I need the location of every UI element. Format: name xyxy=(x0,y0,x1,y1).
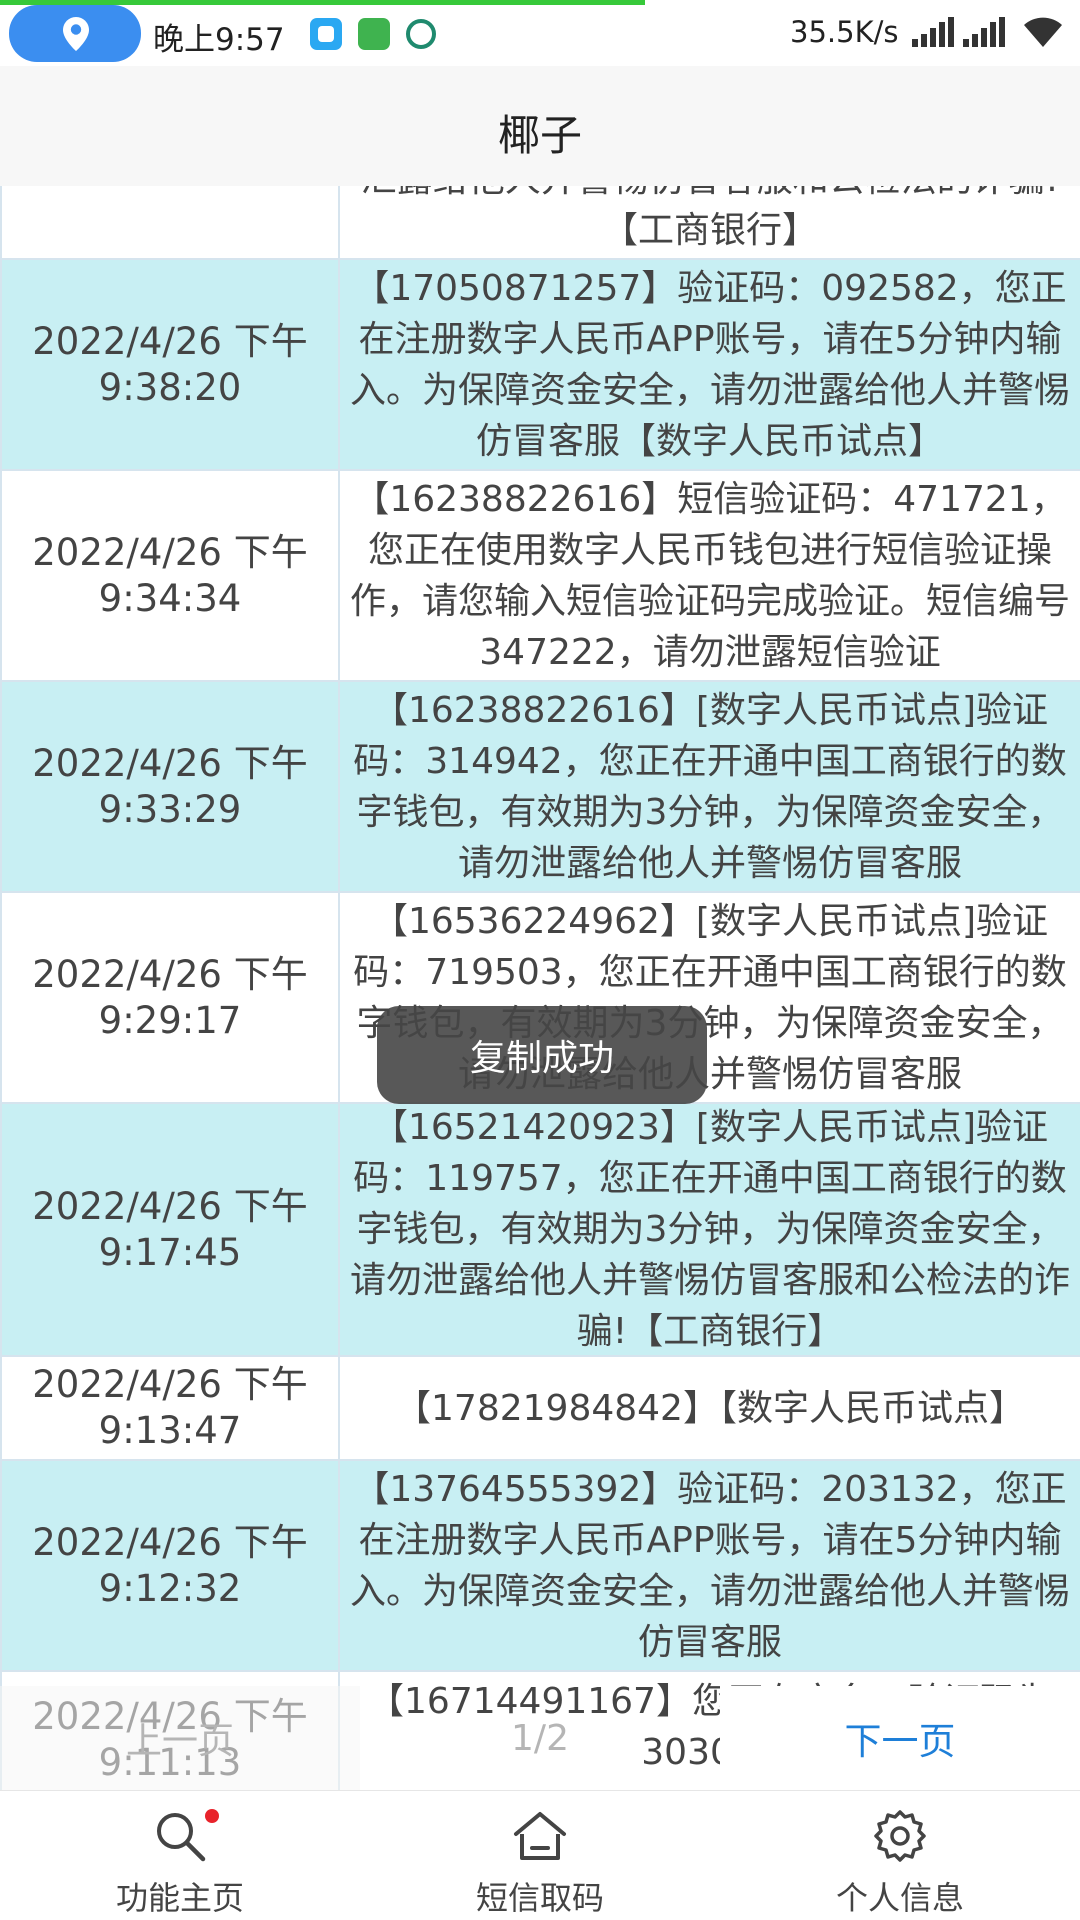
table-row[interactable]: 泄露给他人并警惕仿冒客服和公检法的诈骗!【工商银行】 xyxy=(0,186,1080,260)
table-row[interactable]: 2022/4/26 下午 9:38:20 【17050871257】验证码：092… xyxy=(0,260,1080,471)
wifi-icon xyxy=(1024,17,1062,47)
clock: 晚上9:57 xyxy=(153,22,285,58)
prev-page-button[interactable]: 上一页 xyxy=(0,1686,360,1790)
gear-icon xyxy=(874,1810,926,1862)
signal-icon xyxy=(963,17,1005,47)
page-title: 椰子 xyxy=(497,111,582,160)
signal-icon xyxy=(912,17,954,47)
sms-time-cell: 2022/4/26 下午 9:33:29 xyxy=(2,682,340,891)
sms-message-cell[interactable]: 泄露给他人并警惕仿冒客服和公检法的诈骗!【工商银行】 xyxy=(340,186,1080,258)
sms-time-cell: 2022/4/26 下午 9:12:32 xyxy=(2,1461,340,1670)
chat-app-icon xyxy=(358,18,390,50)
sms-time-cell: 2022/4/26 下午 9:29:17 xyxy=(2,893,340,1102)
sms-message-cell[interactable]: 【16238822616】[数字人民币试点]验证码：314942，您正在开通中国… xyxy=(340,682,1080,891)
app-notification-icon xyxy=(310,18,342,50)
table-row[interactable]: 2022/4/26 下午 9:12:32 【13764555392】验证码：203… xyxy=(0,1461,1080,1672)
home-icon xyxy=(514,1812,566,1860)
table-row[interactable]: 2022/4/26 下午 9:17:45 【16521420923】[数字人民币试… xyxy=(0,1104,1080,1357)
nav-label: 功能主页 xyxy=(115,1879,244,1917)
bottom-nav: 功能主页 短信取码 个人信息 xyxy=(0,1790,1080,1920)
nav-item-sms-code[interactable]: 短信取码 xyxy=(360,1791,720,1920)
sms-message-cell[interactable]: 【17050871257】验证码：092582，您正在注册数字人民币APP账号，… xyxy=(340,260,1080,469)
copy-success-toast: 复制成功 xyxy=(377,1006,707,1104)
page-indicator: 1/2 xyxy=(511,1717,569,1759)
title-bar: 椰子 xyxy=(0,66,1080,186)
sms-message-cell[interactable]: 【17821984842】【数字人民币试点】 xyxy=(340,1357,1080,1459)
location-indicator[interactable] xyxy=(9,5,141,62)
nav-item-home[interactable]: 功能主页 xyxy=(0,1791,360,1920)
notification-badge xyxy=(205,1809,219,1823)
vpn-icon xyxy=(406,19,436,49)
search-icon xyxy=(157,1813,206,1862)
table-row[interactable]: 2022/4/26 下午 9:13:47 【17821984842】【数字人民币试… xyxy=(0,1357,1080,1461)
network-speed: 35.5K/s xyxy=(790,15,899,49)
next-page-button[interactable]: 下一页 xyxy=(720,1686,1080,1790)
sms-table[interactable]: 泄露给他人并警惕仿冒客服和公检法的诈骗!【工商银行】2022/4/26 下午 9… xyxy=(0,186,1080,1790)
status-bar: 晚上9:57 35.5K/s xyxy=(0,0,1080,66)
sms-time-cell: 2022/4/26 下午 9:17:45 xyxy=(2,1104,340,1355)
sms-time-cell xyxy=(2,186,340,258)
pagination: 上一页 1/2 下一页 xyxy=(0,1686,1080,1790)
sms-message-cell[interactable]: 【16238822616】短信验证码：471721，您正在使用数字人民币钱包进行… xyxy=(340,471,1080,680)
nav-label: 短信取码 xyxy=(475,1879,604,1917)
table-row[interactable]: 2022/4/26 下午 9:33:29 【16238822616】[数字人民币试… xyxy=(0,682,1080,893)
sms-time-cell: 2022/4/26 下午 9:38:20 xyxy=(2,260,340,469)
nav-item-profile[interactable]: 个人信息 xyxy=(720,1791,1080,1920)
sms-message-cell[interactable]: 【13764555392】验证码：203132，您正在注册数字人民币APP账号，… xyxy=(340,1461,1080,1670)
nav-label: 个人信息 xyxy=(835,1879,964,1917)
sms-time-cell: 2022/4/26 下午 9:13:47 xyxy=(2,1357,340,1459)
sms-time-cell: 2022/4/26 下午 9:34:34 xyxy=(2,471,340,680)
sms-message-cell[interactable]: 【16521420923】[数字人民币试点]验证码：119757，您正在开通中国… xyxy=(340,1104,1080,1355)
location-pin-icon xyxy=(63,17,89,51)
table-row[interactable]: 2022/4/26 下午 9:34:34 【16238822616】短信验证码：4… xyxy=(0,471,1080,682)
